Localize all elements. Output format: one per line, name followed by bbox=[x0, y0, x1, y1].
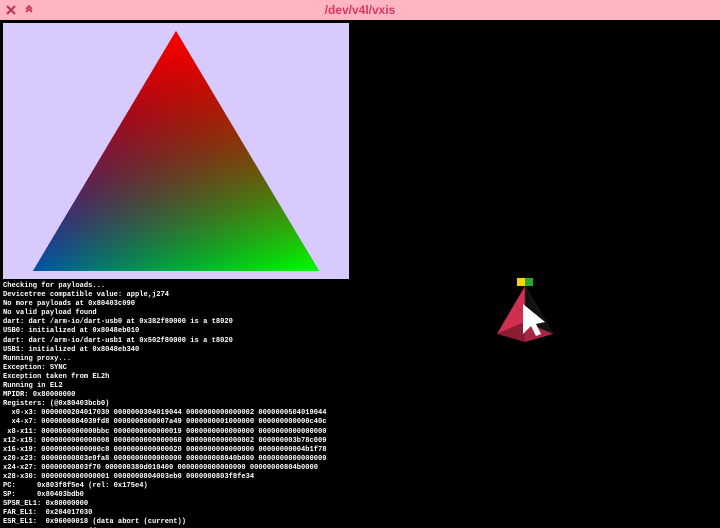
window-title: /dev/v4l/vxis bbox=[0, 3, 720, 17]
preview-pane bbox=[350, 23, 720, 528]
content-area: Checking for payloads... Devicetree comp… bbox=[0, 20, 720, 528]
rgb-triangle bbox=[3, 23, 349, 279]
close-icon[interactable] bbox=[4, 3, 18, 17]
console-output: Checking for payloads... Devicetree comp… bbox=[3, 282, 349, 526]
window-titlebar: /dev/v4l/vxis bbox=[0, 0, 720, 20]
logo-graphic bbox=[350, 23, 720, 528]
rollup-icon[interactable] bbox=[22, 3, 36, 17]
triangle-panel bbox=[3, 23, 349, 279]
